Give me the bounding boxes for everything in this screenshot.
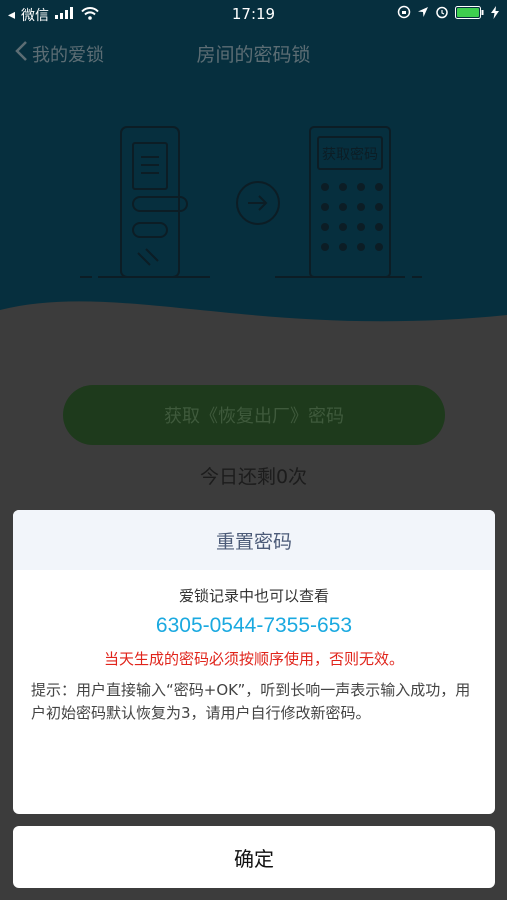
tip-text: 提示：用户直接输入“密码+OK”，听到长响一声表示输入成功，用户初始密码默认恢复…	[31, 681, 471, 722]
confirm-button[interactable]: 确定	[13, 826, 495, 888]
rotation-lock-icon	[397, 5, 411, 23]
keypad-screen-label: 获取密码	[322, 146, 378, 163]
location-icon	[417, 6, 429, 22]
alarm-icon	[435, 5, 449, 23]
battery-icon	[455, 5, 485, 23]
status-bar: ◂ 微信 17:19	[0, 0, 507, 28]
dialog-subtitle: 爱锁记录中也可以查看	[178, 587, 329, 605]
remaining-attempts-text: 今日还剩0次	[199, 466, 308, 488]
get-factory-reset-code-button[interactable]: 获取《恢复出厂》密码	[63, 385, 445, 445]
charging-icon	[491, 5, 499, 23]
navigation-bar: 我的爱锁 房间的密码锁	[0, 30, 507, 74]
password-code: 6305-0544-7355-653	[155, 614, 353, 637]
reset-password-dialog: 重置密码 爱锁记录中也可以查看 6305-0544-7355-653 当天生成的…	[13, 510, 495, 814]
page-title: 房间的密码锁	[196, 44, 311, 66]
warning-text: 当天生成的密码必须按顺序使用，否则无效。	[103, 650, 404, 668]
lock-illustration: 获取密码	[80, 126, 422, 278]
dialog-title: 重置密码	[13, 510, 495, 570]
